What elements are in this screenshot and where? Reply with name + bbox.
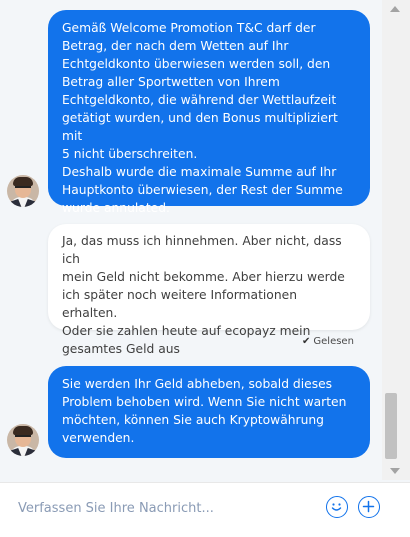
agent-avatar <box>7 424 39 456</box>
user-message: Ja, das muss ich hinnehmen. Aber nicht, … <box>48 224 370 356</box>
message-input[interactable] <box>18 501 308 516</box>
read-status-label: Gelesen <box>313 336 354 347</box>
scrollbar-thumb[interactable] <box>385 393 397 459</box>
message-text: Sie werden Ihr Geld abheben, sobald dies… <box>62 377 347 445</box>
attach-button[interactable] <box>358 496 380 518</box>
agent-message: Sie werden Ihr Geld abheben, sobald dies… <box>48 366 370 458</box>
smiley-icon <box>331 503 342 511</box>
chat-scrollbar[interactable] <box>382 0 410 480</box>
agent-message: Gemäß Welcome Promotion T&C darf der Bet… <box>48 10 370 215</box>
checkmark-icon: ✔ <box>302 336 311 347</box>
plus-icon <box>362 500 375 513</box>
message-composer <box>0 482 410 537</box>
chat-transcript: Gemäß Welcome Promotion T&C darf der Bet… <box>0 0 382 480</box>
scroll-down-arrow-icon[interactable] <box>390 468 400 474</box>
emoji-button[interactable] <box>326 496 348 518</box>
read-receipt: ✔ Gelesen <box>302 336 354 347</box>
agent-avatar <box>7 175 39 207</box>
scroll-up-arrow-icon[interactable] <box>390 6 400 12</box>
message-text: Gemäß Welcome Promotion T&C darf der Bet… <box>62 21 343 215</box>
